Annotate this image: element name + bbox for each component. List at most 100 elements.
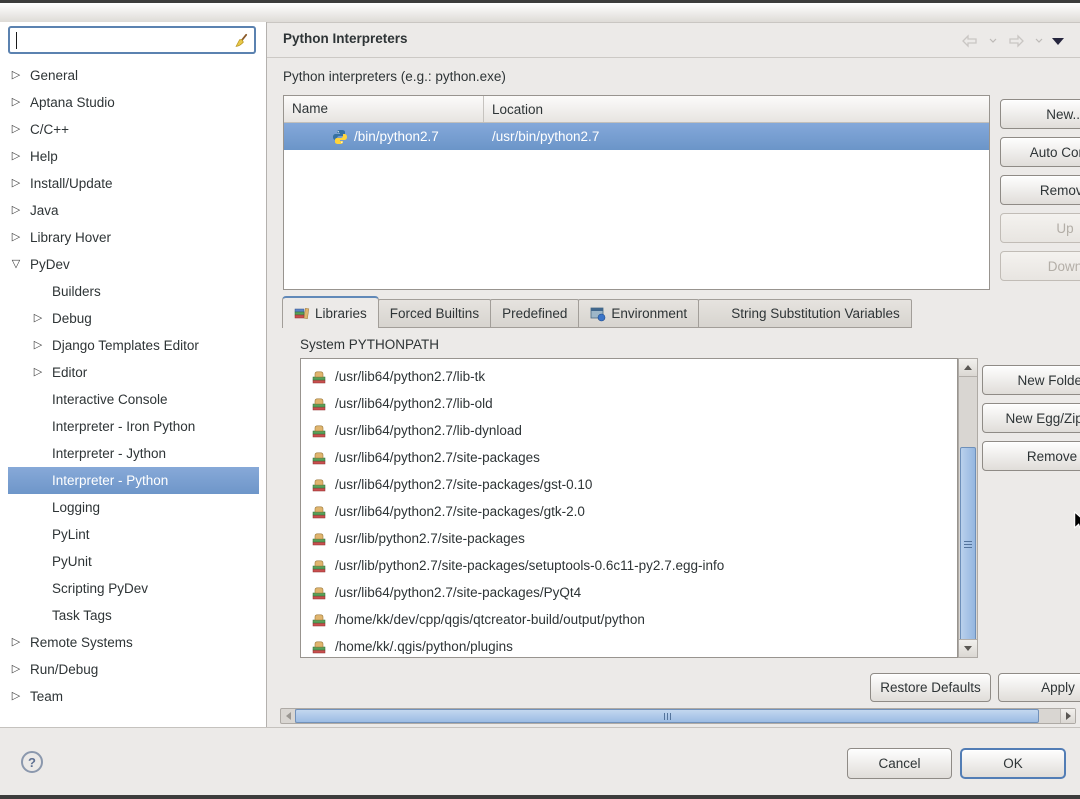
tree-item[interactable]: PyUnit	[8, 548, 259, 575]
clear-filter-broom-icon[interactable]	[231, 32, 249, 50]
expander-icon[interactable]	[8, 224, 24, 251]
pythonpath-item[interactable]: /usr/lib64/python2.7/site-packages/gtk-2…	[301, 498, 957, 525]
pythonpath-item[interactable]: /usr/lib/python2.7/site-packages	[301, 525, 957, 552]
tab[interactable]: Predefined	[490, 299, 579, 328]
scroll-left-button[interactable]	[281, 709, 296, 723]
pythonpath-item[interactable]: /home/kk/dev/cpp/qgis/qtcreator-build/ou…	[301, 606, 957, 633]
apply-button[interactable]: Apply	[998, 673, 1080, 702]
interpreter-action-button[interactable]: Auto Config	[1000, 137, 1080, 167]
view-menu-icon[interactable]	[1052, 38, 1064, 45]
tree-item[interactable]: Install/Update	[8, 170, 259, 197]
pythonpath-action-button[interactable]: New Egg/Zip(s)	[982, 403, 1080, 433]
pythonpath-action-button[interactable]: Remove	[982, 441, 1080, 471]
forward-menu-chevron-icon[interactable]	[1035, 38, 1043, 44]
library-jar-icon	[311, 531, 327, 547]
tree-item[interactable]: Library Hover	[8, 224, 259, 251]
tab[interactable]: String Substitution Variables	[698, 299, 912, 328]
expander-icon[interactable]	[8, 116, 24, 143]
tree-item-label: PyDev	[30, 257, 70, 272]
pythonpath-text: /home/kk/.qgis/python/plugins	[335, 639, 513, 654]
pythonpath-item[interactable]: /usr/lib/python2.7/site-packages/setupto…	[301, 552, 957, 579]
tree-item-label: C/C++	[30, 122, 69, 137]
cancel-button[interactable]: Cancel	[847, 748, 952, 779]
forward-icon[interactable]	[1006, 33, 1026, 49]
tab-icon	[590, 306, 606, 322]
tab-label: Forced Builtins	[390, 306, 479, 321]
expander-icon[interactable]	[30, 359, 46, 386]
interpreter-row[interactable]: /bin/python2.7 /usr/bin/python2.7	[284, 123, 989, 150]
tree-item[interactable]: PyDev	[8, 251, 259, 278]
tree-item[interactable]: Run/Debug	[8, 656, 259, 683]
tree-item[interactable]: Interpreter - Python	[8, 467, 259, 494]
tree-item[interactable]: Logging	[8, 494, 259, 521]
expander-icon[interactable]	[8, 656, 24, 683]
interpreter-action-button[interactable]: Down	[1000, 251, 1080, 281]
pythonpath-item[interactable]: /usr/lib64/python2.7/site-packages/gst-0…	[301, 471, 957, 498]
expander-icon[interactable]	[8, 197, 24, 224]
restore-defaults-button[interactable]: Restore Defaults	[870, 673, 991, 702]
expander-icon[interactable]	[8, 629, 24, 656]
tree-item[interactable]: General	[8, 62, 259, 89]
tree-item[interactable]: Remote Systems	[8, 629, 259, 656]
scroll-down-button[interactable]	[959, 639, 977, 657]
pythonpath-item[interactable]: /home/kk/.qgis/python/plugins	[301, 633, 957, 658]
tree-item[interactable]: Builders	[8, 278, 259, 305]
help-button[interactable]: ?	[21, 751, 43, 773]
filter-input[interactable]	[8, 26, 256, 54]
pythonpath-item[interactable]: /usr/lib64/python2.7/lib-dynload	[301, 417, 957, 444]
interpreters-table[interactable]: Name Location /bin/python2.7	[283, 95, 990, 290]
content-pane: Python Interpreters Python interpreters …	[267, 22, 1080, 727]
library-jar-icon	[311, 585, 327, 601]
expander-icon[interactable]	[30, 332, 46, 359]
tree-item[interactable]: Editor	[8, 359, 259, 386]
tree-item[interactable]: Django Templates Editor	[8, 332, 259, 359]
expander-icon[interactable]	[8, 143, 24, 170]
tree-item[interactable]: Team	[8, 683, 259, 710]
tab[interactable]: Libraries	[282, 296, 379, 328]
pythonpath-item[interactable]: /usr/lib64/python2.7/lib-old	[301, 390, 957, 417]
tree-item-label: Run/Debug	[30, 662, 98, 677]
expander-icon[interactable]	[8, 170, 24, 197]
expander-icon[interactable]	[8, 683, 24, 710]
tab[interactable]: Environment	[578, 299, 699, 328]
pane-horizontal-scrollbar[interactable]	[280, 708, 1076, 724]
pythonpath-item[interactable]: /usr/lib64/python2.7/site-packages	[301, 444, 957, 471]
python-icon	[332, 129, 348, 145]
library-jar-icon	[311, 639, 327, 655]
horizontal-scroll-thumb[interactable]	[295, 709, 1039, 723]
interpreter-action-button[interactable]: New...	[1000, 99, 1080, 129]
tree-item[interactable]: Interactive Console	[8, 386, 259, 413]
interpreter-action-button[interactable]: Up	[1000, 213, 1080, 243]
tree-item-label: Library Hover	[30, 230, 111, 245]
expander-icon[interactable]	[8, 89, 24, 116]
vertical-scroll-thumb[interactable]	[960, 447, 976, 641]
tree-item[interactable]: Aptana Studio	[8, 89, 259, 116]
expander-icon[interactable]	[8, 251, 24, 278]
expander-icon[interactable]	[8, 62, 24, 89]
tree-item[interactable]: Interpreter - Iron Python	[8, 413, 259, 440]
expander-icon[interactable]	[30, 305, 46, 332]
pythonpath-item[interactable]: /usr/lib64/python2.7/lib-tk	[301, 363, 957, 390]
titlebar	[0, 3, 1080, 23]
tree-item[interactable]: PyLint	[8, 521, 259, 548]
tree-item[interactable]: Help	[8, 143, 259, 170]
tree-item[interactable]: Task Tags	[8, 602, 259, 629]
tree-item[interactable]: C/C++	[8, 116, 259, 143]
pythonpath-action-button[interactable]: New Folder	[982, 365, 1080, 395]
scroll-right-button[interactable]	[1060, 709, 1075, 723]
pythonpath-list[interactable]: /usr/lib64/python2.7/lib-tk /usr/lib64/p…	[300, 358, 958, 658]
tab-label: Predefined	[502, 306, 567, 321]
tree-item[interactable]: Debug	[8, 305, 259, 332]
tree-item[interactable]: Java	[8, 197, 259, 224]
scroll-up-button[interactable]	[959, 359, 977, 377]
ok-button[interactable]: OK	[960, 748, 1066, 779]
back-menu-chevron-icon[interactable]	[989, 38, 997, 44]
tree-item[interactable]: Scripting PyDev	[8, 575, 259, 602]
tree-item-label: Interpreter - Jython	[52, 446, 166, 461]
interpreter-action-button[interactable]: Remove	[1000, 175, 1080, 205]
tab[interactable]: Forced Builtins	[378, 299, 491, 328]
list-vertical-scrollbar[interactable]	[958, 358, 978, 658]
pythonpath-item[interactable]: /usr/lib64/python2.7/site-packages/PyQt4	[301, 579, 957, 606]
tree-item[interactable]: Interpreter - Jython	[8, 440, 259, 467]
back-icon[interactable]	[960, 33, 980, 49]
